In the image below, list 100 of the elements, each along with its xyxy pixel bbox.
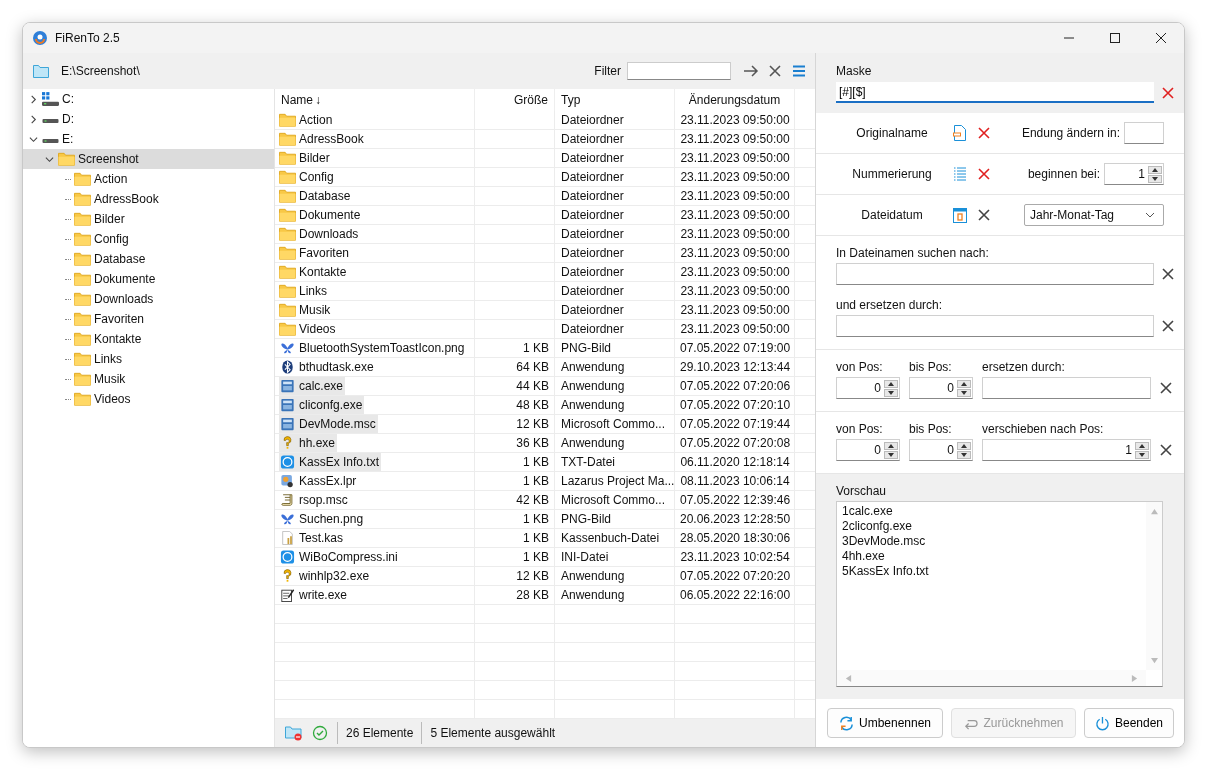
file-name-cell[interactable]: AdressBook [279, 130, 366, 148]
tree-label: Downloads [94, 292, 154, 306]
file-name-cell[interactable]: Config [279, 168, 336, 186]
file-name-cell[interactable]: Bilder [279, 149, 332, 167]
file-name-cell[interactable]: Musik [279, 301, 333, 319]
search-label: In Dateinamen suchen nach: [836, 246, 990, 260]
position-spinner[interactable]: 1 [982, 439, 1151, 461]
clear-icon[interactable] [1162, 86, 1174, 99]
file-name-cell[interactable]: KassEx.lpr [279, 472, 359, 490]
column-header[interactable]: Typ [555, 89, 675, 111]
rename-button[interactable]: Umbenennen [827, 708, 943, 738]
search-field[interactable] [836, 263, 1154, 285]
file-name-cell[interactable]: cliconfg.exe [279, 396, 365, 414]
tree-item[interactable]: Dokumente [23, 269, 274, 289]
tree-item[interactable]: Kontakte [23, 329, 274, 349]
file-name-cell[interactable]: calc.exe [279, 377, 346, 395]
tree-item[interactable]: E: [23, 129, 274, 149]
date-format-dropdown[interactable]: Jahr-Monat-Tag [1024, 204, 1164, 226]
tree-item[interactable]: D: [23, 109, 274, 129]
close-icon[interactable] [767, 63, 783, 79]
menu-icon[interactable] [791, 63, 807, 79]
chevron-down-icon[interactable] [44, 154, 54, 164]
application-icon [279, 398, 296, 412]
folder-icon [279, 132, 296, 146]
tree-item[interactable]: Downloads [23, 289, 274, 309]
column-header[interactable]: Änderungsdatum [675, 89, 795, 111]
calendar-icon[interactable] [953, 207, 967, 223]
arrow-right-icon[interactable] [743, 63, 759, 79]
chevron-right-icon[interactable] [28, 94, 38, 104]
tree-item[interactable]: Config [23, 229, 274, 249]
tree-item[interactable]: Favoriten [23, 309, 274, 329]
extension-field[interactable] [1124, 122, 1164, 144]
chevron-right-icon[interactable] [28, 114, 38, 124]
tree-label: Musik [94, 372, 126, 386]
start-number-spinner[interactable]: 1 [1104, 163, 1164, 185]
tree-item[interactable]: AdressBook [23, 189, 274, 209]
file-name-cell[interactable]: Favoriten [279, 244, 352, 262]
folder-icon [279, 322, 296, 336]
power-icon [1095, 715, 1110, 731]
file-name-cell[interactable]: Kontakte [279, 263, 349, 281]
file-name-cell[interactable]: Videos [279, 320, 338, 338]
file-name-cell[interactable]: WiBoCompress.ini [279, 548, 400, 566]
field-label: Endung ändern in: [1021, 126, 1120, 140]
column-header[interactable]: Größe [475, 89, 555, 111]
field-label: von Pos: [836, 360, 884, 374]
clear-icon[interactable] [1162, 320, 1174, 332]
replace-field[interactable] [836, 315, 1154, 337]
file-name-cell[interactable]: KassEx Info.txt [279, 453, 382, 471]
tree-item[interactable]: Action [23, 169, 274, 189]
maximize-icon[interactable] [1110, 33, 1120, 43]
tree-item[interactable]: Screenshot [23, 149, 274, 169]
tree-item[interactable]: Bilder [23, 209, 274, 229]
file-date: 23.11.2023 09:50:00 [680, 151, 790, 165]
tree-item[interactable]: Links [23, 349, 274, 369]
file-name-cell[interactable]: Database [279, 187, 353, 205]
file-icon[interactable] [953, 125, 967, 141]
tree-label: Screenshot [78, 152, 139, 166]
position-spinner[interactable]: 0 [836, 439, 900, 461]
clear-icon[interactable] [1160, 444, 1172, 456]
folder-remove-icon[interactable] [285, 725, 303, 741]
close-icon[interactable] [1156, 33, 1166, 43]
clear-icon[interactable] [978, 209, 990, 221]
column-header[interactable]: Name ↓ [275, 89, 475, 111]
file-name-cell[interactable]: winhlp32.exe [279, 567, 372, 585]
file-name-cell[interactable]: Suchen.png [279, 510, 366, 528]
file-name-cell[interactable]: Dokumente [279, 206, 363, 224]
file-name-cell[interactable]: Downloads [279, 225, 361, 243]
position-spinner[interactable]: 0 [909, 439, 973, 461]
file-name-cell[interactable]: write.exe [279, 586, 350, 604]
chevron-down-icon[interactable] [1145, 212, 1155, 218]
file-name-cell[interactable]: hh.exe [279, 434, 338, 452]
file-name-cell[interactable]: rsop.msc [279, 491, 350, 509]
tree-item[interactable]: C: [23, 89, 274, 109]
file-name-cell[interactable]: Test.kas [279, 529, 345, 547]
folder-icon [279, 246, 296, 260]
check-circle-icon[interactable] [311, 725, 329, 741]
clear-icon[interactable] [978, 168, 990, 180]
file-name-cell[interactable]: BluetoothSystemToastIcon.png [279, 339, 467, 357]
position-spinner[interactable]: 0 [836, 377, 900, 399]
chevron-down-icon[interactable] [28, 134, 38, 144]
clear-icon[interactable] [1160, 382, 1172, 394]
filter-field[interactable] [627, 62, 731, 80]
file-name-cell[interactable]: DevMode.msc [279, 415, 378, 433]
file-name-cell[interactable]: Links [279, 282, 329, 300]
tree-item[interactable]: Database [23, 249, 274, 269]
file-type: Dateiordner [561, 265, 624, 279]
clear-icon[interactable] [978, 127, 990, 139]
file-type: Dateiordner [561, 151, 624, 165]
replace-field[interactable] [982, 377, 1151, 399]
exit-button[interactable]: Beenden [1084, 708, 1174, 738]
tree-item[interactable]: Musik [23, 369, 274, 389]
mask-field[interactable]: [#][$] [836, 82, 1154, 103]
file-name: Videos [299, 322, 336, 336]
file-name-cell[interactable]: Action [279, 111, 335, 129]
clear-icon[interactable] [1162, 268, 1174, 280]
tree-label: Favoriten [94, 312, 145, 326]
file-name-cell[interactable]: bthudtask.exe [279, 358, 376, 376]
position-spinner[interactable]: 0 [909, 377, 973, 399]
folder-icon [279, 151, 296, 165]
tree-item[interactable]: Videos [23, 389, 274, 409]
